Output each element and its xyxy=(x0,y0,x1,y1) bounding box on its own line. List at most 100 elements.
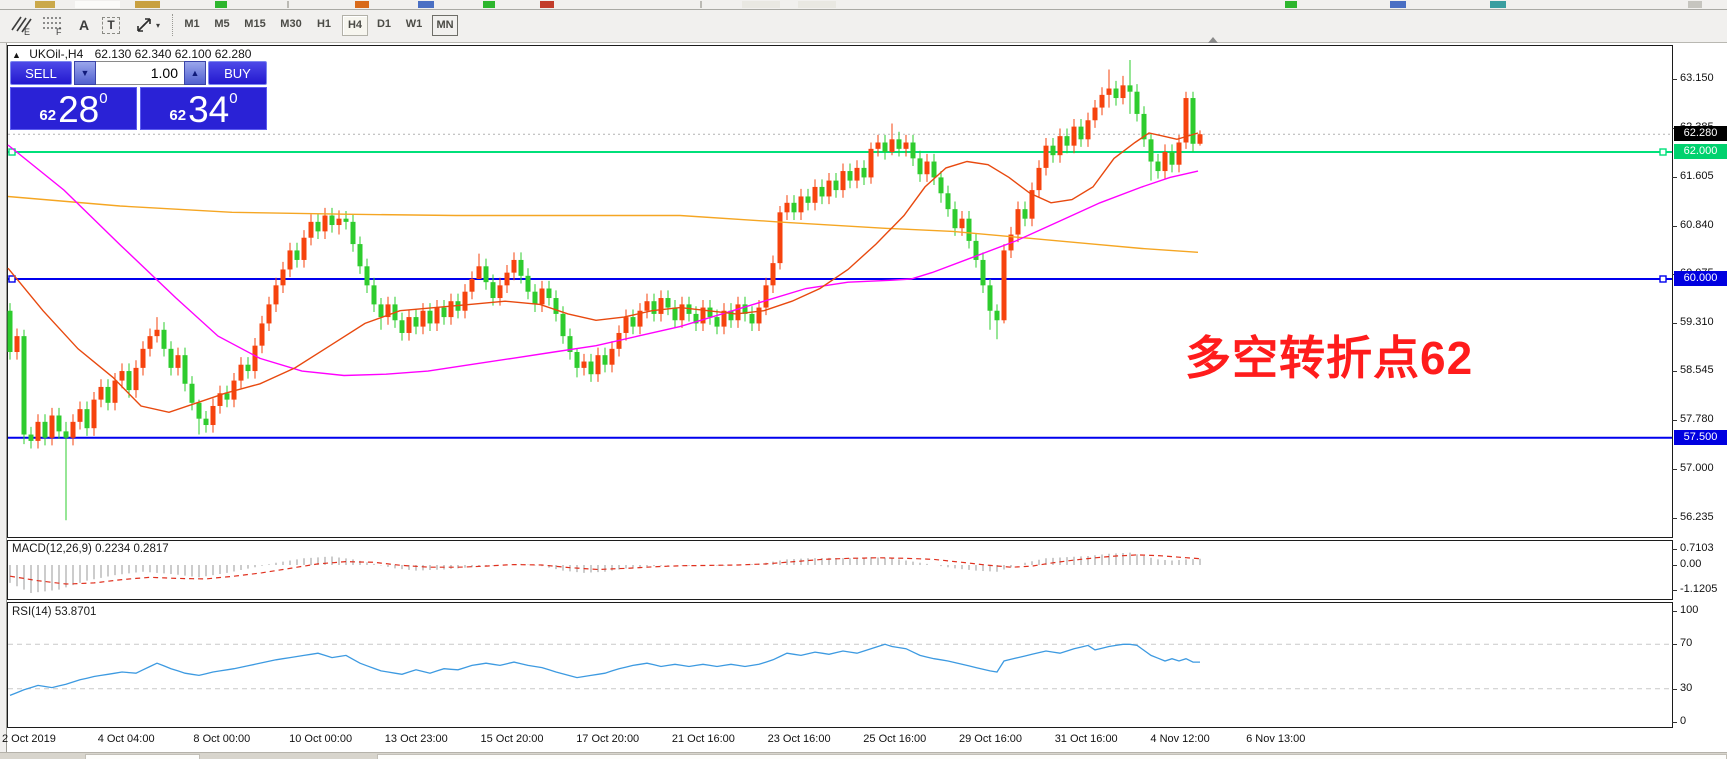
arrows-tool-caret-icon: ▾ xyxy=(155,20,160,30)
macd-label: MACD(12,26,9) 0.2234 0.2817 xyxy=(12,543,169,555)
timeframe-button-mn[interactable]: MN xyxy=(432,15,458,36)
arrows-tool-icon[interactable]: ▾ xyxy=(130,13,164,37)
timeframe-button-m30[interactable]: M30 xyxy=(276,15,306,34)
macd-axis-label: 0.00 xyxy=(1680,558,1702,570)
price-axis-label: 57.000 xyxy=(1680,462,1714,474)
volume-input[interactable]: 1.00 xyxy=(96,61,184,85)
axis-tick xyxy=(1672,226,1677,227)
timeframe-button-w1[interactable]: W1 xyxy=(402,15,426,34)
macd-axis-label: -1.1205 xyxy=(1680,583,1718,595)
axis-tick xyxy=(1672,469,1677,470)
level-price-badge: 60.000 xyxy=(1674,270,1727,286)
volume-increment-button[interactable]: ▲ xyxy=(184,61,206,85)
bid-pipette: 0 xyxy=(99,90,108,107)
axis-tick xyxy=(1672,611,1677,612)
axis-tick xyxy=(1672,79,1677,80)
ohlc-readout: 62.130 62.340 62.100 62.280 xyxy=(94,47,252,61)
cropped-toolbar-icon xyxy=(1688,1,1702,8)
timeframe-button-m1[interactable]: M1 xyxy=(180,15,204,34)
axis-tick xyxy=(1672,722,1677,723)
status-cell xyxy=(377,754,1727,759)
rsi-axis-label: 70 xyxy=(1680,637,1693,649)
axis-tick xyxy=(1672,420,1677,421)
window-left-frame xyxy=(0,43,7,759)
cropped-toolbar-icon xyxy=(742,1,780,8)
level-price-badge: 57.500 xyxy=(1674,429,1727,445)
ask-pipette: 0 xyxy=(229,90,238,107)
cropped-toolbar-icon xyxy=(355,1,369,8)
price-axis-label: 60.840 xyxy=(1680,219,1714,231)
cropped-toolbar-icon xyxy=(1285,1,1297,8)
timeframe-button-h4[interactable]: H4 xyxy=(342,15,368,36)
time-axis-label: 13 Oct 23:00 xyxy=(384,733,448,745)
svg-text:E: E xyxy=(24,27,30,36)
rsi-panel[interactable] xyxy=(7,602,1673,728)
timeframe-button-h1[interactable]: H1 xyxy=(312,15,336,34)
current-price-badge: 62.280 xyxy=(1674,126,1727,142)
time-axis-label: 2 Oct 2019 xyxy=(2,733,56,745)
toolbar-separator xyxy=(172,14,174,36)
ask-price-tile[interactable]: 62 34 0 xyxy=(140,87,267,130)
time-axis-label: 15 Oct 20:00 xyxy=(480,733,544,745)
cropped-toolbar-icon xyxy=(483,1,495,8)
time-axis-label: 17 Oct 20:00 xyxy=(576,733,640,745)
chart-shift-marker-icon[interactable] xyxy=(1208,37,1218,43)
cropped-toolbar-icon xyxy=(287,1,289,8)
grid-f-tool-icon[interactable]: F xyxy=(40,13,66,37)
time-axis-label: 21 Oct 16:00 xyxy=(671,733,735,745)
rsi-axis-label: 0 xyxy=(1680,715,1687,727)
chart-annotation-text[interactable]: 多空转折点62 xyxy=(1185,322,1473,388)
timeframe-button-m15[interactable]: M15 xyxy=(240,15,270,34)
axis-tick xyxy=(1672,644,1677,645)
time-axis-label: 29 Oct 16:00 xyxy=(959,733,1022,745)
cropped-toolbar-icon xyxy=(798,1,836,8)
axis-tick xyxy=(1672,371,1677,372)
time-axis-label: 4 Nov 12:00 xyxy=(1150,733,1210,745)
axis-tick xyxy=(1672,549,1677,550)
bid-price-tile[interactable]: 62 28 0 xyxy=(10,87,137,130)
macd-panel[interactable] xyxy=(7,540,1673,600)
ask-pips: 34 xyxy=(188,89,230,130)
axis-tick xyxy=(1672,177,1677,178)
axis-tick xyxy=(1672,689,1677,690)
timeframe-button-m5[interactable]: M5 xyxy=(210,15,234,34)
axis-tick xyxy=(1672,323,1677,324)
status-cell xyxy=(85,754,200,759)
cropped-toolbar-icon xyxy=(1390,1,1406,8)
time-axis-label: 10 Oct 00:00 xyxy=(289,733,353,745)
main-toolbar: E F A T ▾ M1 M5 M15 M30 H1 H4 D1 W1 MN xyxy=(0,10,1727,43)
time-axis-label: 25 Oct 16:00 xyxy=(863,733,927,745)
price-axis-label: 58.545 xyxy=(1680,364,1714,376)
symbol-period-label: UKOil-,H4 xyxy=(29,47,84,61)
time-axis-label: 6 Nov 13:00 xyxy=(1246,733,1306,745)
price-axis-label: 59.310 xyxy=(1680,316,1714,328)
textbox-tool-icon[interactable]: T xyxy=(100,13,122,37)
buy-button[interactable]: BUY xyxy=(208,61,267,85)
text-label-tool-icon[interactable]: A xyxy=(74,13,94,37)
price-axis-label: 61.605 xyxy=(1680,170,1714,182)
price-axis-label: 57.780 xyxy=(1680,413,1714,425)
rsi-axis-label: 30 xyxy=(1680,682,1693,694)
axis-tick xyxy=(1672,565,1677,566)
cropped-toolbar-icon xyxy=(135,1,160,8)
bid-pips: 28 xyxy=(58,89,100,130)
one-click-trading-widget: SELL ▼ 1.00 ▲ BUY 62 28 0 62 34 0 xyxy=(10,61,267,130)
chart-title: ▲ UKOil-,H4 62.130 62.340 62.100 62.280 xyxy=(12,47,251,61)
one-click-collapse-icon[interactable]: ▲ xyxy=(12,50,21,60)
upper-toolbar-strip[interactable] xyxy=(0,0,1727,10)
mt4-window: E F A T ▾ M1 M5 M15 M30 H1 H4 D1 W1 MN ▲… xyxy=(0,0,1727,759)
cropped-toolbar-icon xyxy=(215,1,227,8)
timeframe-button-d1[interactable]: D1 xyxy=(372,15,396,34)
cropped-toolbar-icon xyxy=(700,1,702,8)
price-axis-label: 63.150 xyxy=(1680,72,1714,84)
sell-button[interactable]: SELL xyxy=(10,61,72,85)
volume-decrement-button[interactable]: ▼ xyxy=(74,61,96,85)
macd-axis-label: 0.7103 xyxy=(1680,542,1714,554)
svg-text:F: F xyxy=(56,27,62,36)
price-axis-label: 56.235 xyxy=(1680,511,1714,523)
draw-e-tool-icon[interactable]: E xyxy=(8,13,34,37)
cropped-toolbar-icon xyxy=(75,1,120,8)
axis-tick xyxy=(1672,518,1677,519)
time-axis-label: 31 Oct 16:00 xyxy=(1054,733,1118,745)
ask-big-figure: 62 xyxy=(169,107,187,124)
